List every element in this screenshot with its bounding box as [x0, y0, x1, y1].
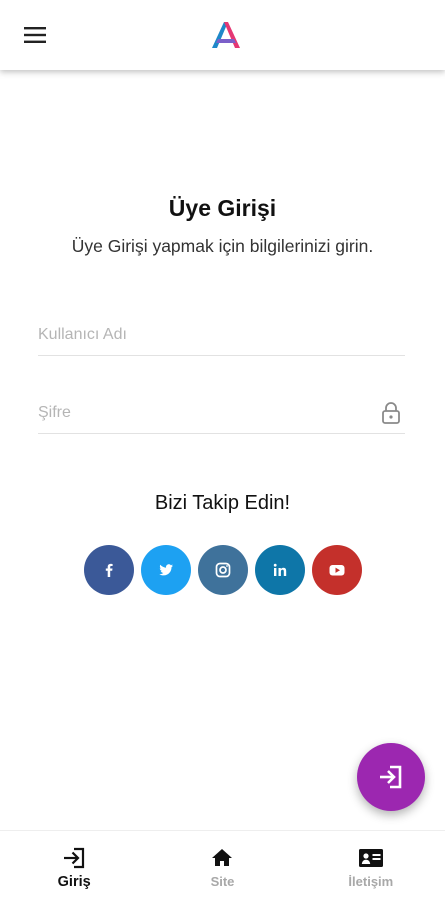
- linkedin-button[interactable]: [255, 545, 305, 595]
- nav-item-giris[interactable]: Giriş: [0, 831, 148, 900]
- facebook-icon: [105, 563, 113, 577]
- username-input[interactable]: [38, 316, 405, 354]
- social-links: [84, 545, 362, 595]
- login-title: Üye Girişi: [168, 195, 277, 221]
- home-icon: [212, 849, 233, 866]
- twitter-button[interactable]: [141, 545, 191, 595]
- nav-label-site: Site: [210, 874, 235, 889]
- menu-icon: [24, 27, 46, 43]
- contact-card-icon: [358, 849, 383, 867]
- username-field-wrapper: [38, 316, 405, 356]
- menu-button[interactable]: [18, 20, 52, 50]
- twitter-icon: [159, 564, 173, 576]
- youtube-icon: [329, 565, 345, 576]
- nav-label-iletisim: İletişim: [348, 874, 394, 889]
- top-app-bar: [0, 0, 445, 70]
- login-subtitle: Üye Girişi yapmak için bilgilerinizi gir…: [71, 236, 374, 256]
- bottom-navigation: Giriş Site İletişim: [0, 830, 445, 900]
- youtube-button[interactable]: [312, 545, 362, 595]
- login-fab[interactable]: [357, 743, 425, 811]
- login-icon: [380, 765, 402, 789]
- lock-icon[interactable]: [381, 401, 401, 425]
- linkedin-icon: [273, 563, 287, 576]
- brand-logo: [212, 22, 240, 48]
- login-icon: [64, 847, 85, 869]
- password-input[interactable]: [38, 394, 405, 432]
- nav-item-iletisim[interactable]: İletişim: [297, 831, 445, 900]
- password-field-wrapper: [38, 394, 405, 434]
- instagram-button[interactable]: [198, 545, 248, 595]
- facebook-button[interactable]: [84, 545, 134, 595]
- app-screen: Üye Girişi Üye Girişi yapmak için bilgil…: [0, 0, 445, 900]
- nav-item-site[interactable]: Site: [148, 831, 296, 900]
- nav-label-giris: Giriş: [57, 874, 91, 890]
- follow-us-title: Bizi Takip Edin!: [154, 492, 291, 514]
- instagram-icon: [215, 562, 231, 578]
